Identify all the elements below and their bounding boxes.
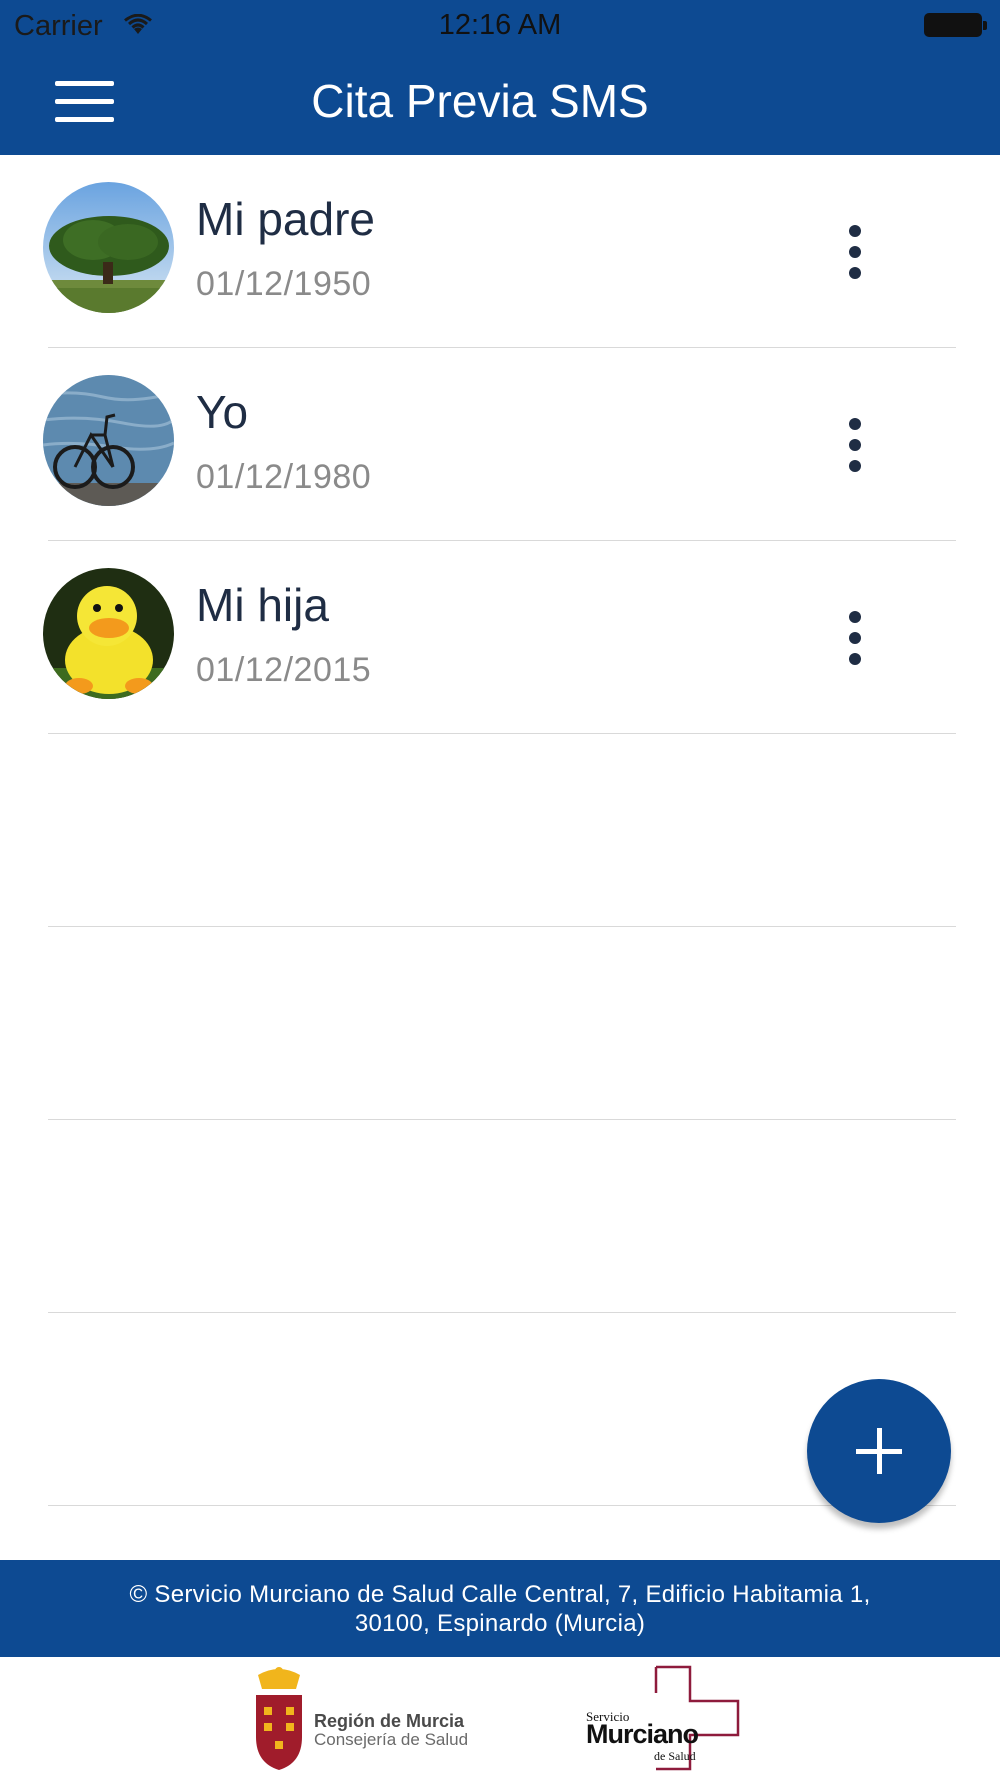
empty-row-divider bbox=[48, 1505, 956, 1506]
footer-line-1: © Servicio Murciano de Salud Calle Centr… bbox=[129, 1581, 871, 1608]
avatar-bicycle bbox=[43, 375, 174, 506]
region-murcia-logo: Región de Murcia Consejería de Salud bbox=[250, 1667, 470, 1772]
empty-row-divider bbox=[48, 926, 956, 927]
footer-line-2: 30100, Espinardo (Murcia) bbox=[354, 1610, 646, 1637]
more-vertical-icon[interactable] bbox=[840, 611, 870, 665]
logos-bar: Región de Murcia Consejería de Salud Ser… bbox=[0, 1657, 1000, 1778]
more-vertical-icon[interactable] bbox=[840, 418, 870, 472]
avatar-tree bbox=[43, 182, 174, 313]
contact-date: 01/12/2015 bbox=[196, 651, 372, 689]
contact-name: Yo bbox=[196, 386, 249, 438]
page-title: Cita Previa SMS bbox=[311, 75, 649, 127]
battery-icon bbox=[924, 13, 987, 37]
row-divider bbox=[48, 733, 956, 734]
sms-logo-bottom: de Salud bbox=[654, 1749, 696, 1763]
list-item[interactable]: Yo 01/12/1980 bbox=[0, 348, 1000, 541]
region-title: Región de Murcia bbox=[314, 1711, 465, 1731]
footer-address: © Servicio Murciano de Salud Calle Centr… bbox=[0, 1560, 1000, 1657]
top-bar: Carrier 12:16 AM Cita Previa SMS bbox=[0, 0, 1000, 155]
list-item[interactable]: Mi padre 01/12/1950 bbox=[0, 155, 1000, 348]
empty-row-divider bbox=[48, 1119, 956, 1120]
contact-name: Mi padre bbox=[196, 193, 375, 245]
contact-name: Mi hija bbox=[196, 579, 329, 631]
app-screen: Carrier 12:16 AM Cita Previa SMS Mi padr… bbox=[0, 0, 1000, 1778]
region-subtitle: Consejería de Salud bbox=[314, 1730, 469, 1749]
more-vertical-icon[interactable] bbox=[840, 225, 870, 279]
sms-logo-main: Murciano bbox=[586, 1719, 699, 1749]
servicio-murciano-logo: Servicio Murciano de Salud bbox=[584, 1663, 744, 1773]
status-bar: Carrier 12:16 AM bbox=[0, 0, 1000, 50]
crest-icon bbox=[256, 1667, 302, 1770]
list-item[interactable]: Mi hija 01/12/2015 bbox=[0, 541, 1000, 734]
contact-date: 01/12/1950 bbox=[196, 265, 372, 303]
status-time: 12:16 AM bbox=[438, 9, 562, 41]
contact-date: 01/12/1980 bbox=[196, 458, 372, 496]
empty-row-divider bbox=[48, 1312, 956, 1313]
add-contact-button[interactable] bbox=[807, 1379, 951, 1523]
avatar-duck bbox=[43, 568, 174, 699]
